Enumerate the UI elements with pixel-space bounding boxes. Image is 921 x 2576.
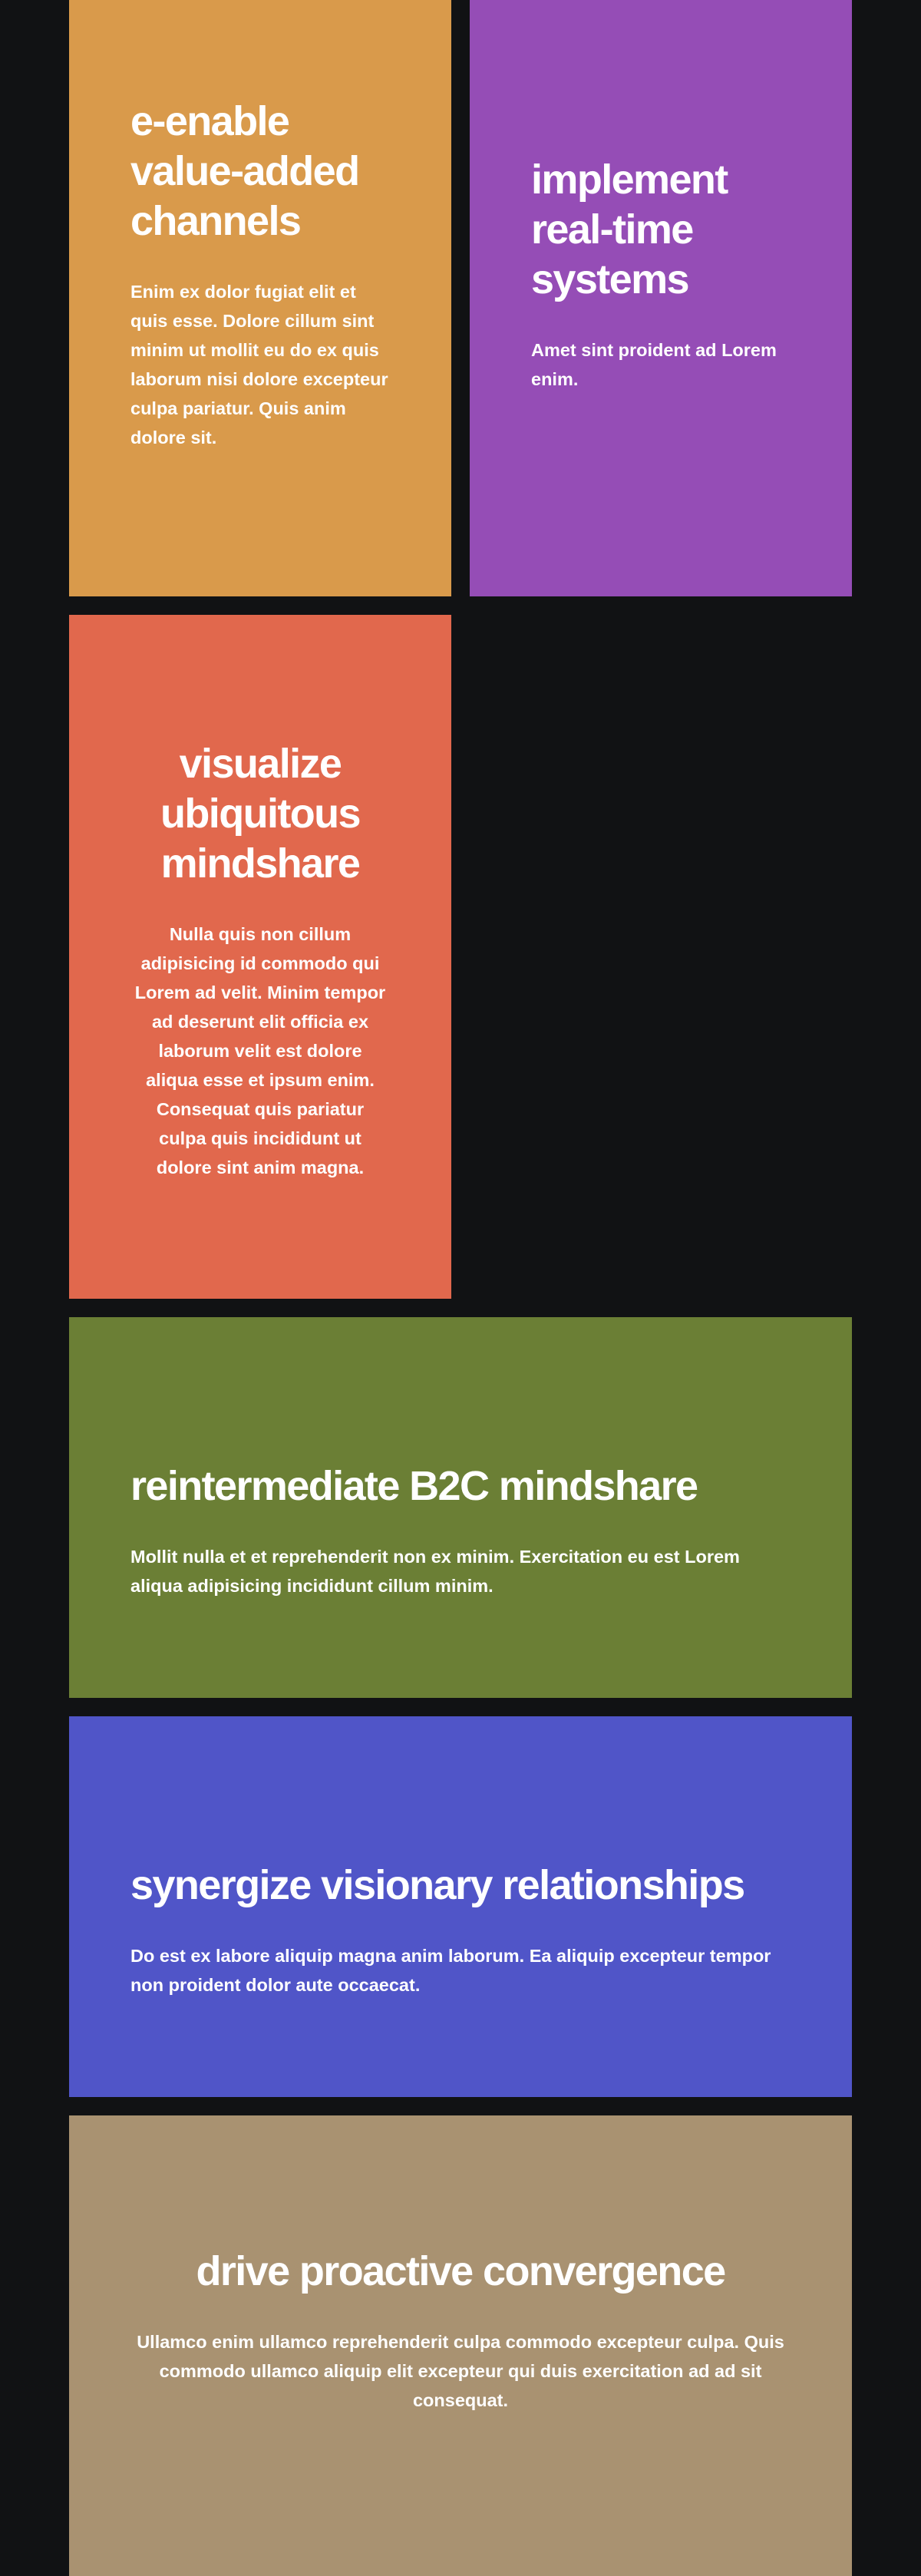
card-content: visualize ubiquitous mindshare Nulla quis … <box>130 739 390 1182</box>
card-content: reintermediate B2C mindshare Mollit null… <box>130 1461 791 1600</box>
card-content: drive proactive convergence Ullamco enim… <box>130 2247 791 2415</box>
card-title: drive proactive convergence <box>196 2247 726 2294</box>
card-content: e-enable value-added channels Enim ex dolo… <box>130 97 390 452</box>
card-title: implement real-time systems <box>531 155 791 305</box>
card-title-line: implement <box>531 157 728 203</box>
card-body: Amet sint proident ad Lorem enim. <box>531 340 777 389</box>
card-title: visualize ubiquitous mindshare <box>130 739 390 889</box>
card-title-line: channels <box>130 198 302 244</box>
card-title: e-enable value-added channels <box>130 97 390 246</box>
card-title-line: value-added <box>130 148 360 194</box>
card-content: implement real-time systems Amet sint proi… <box>531 155 791 394</box>
card-body: Mollit nulla et et reprehenderit non ex … <box>130 1546 740 1596</box>
card-title-line: systems <box>531 256 690 302</box>
card-title: reintermediate B2C mindshare <box>130 1462 698 1509</box>
feature-card-visualize: visualize ubiquitous mindshare Nulla quis … <box>69 615 451 1299</box>
page: { "cards": [ { "title_lines": ["e-enable… <box>0 0 921 2576</box>
feature-card-synergize: synergize visionary relationships Do est… <box>69 1716 852 2097</box>
card-body: Nulla quis non cillum adipisicing id com… <box>134 924 386 1177</box>
feature-card-e-enable: e-enable value-added channels Enim ex dolo… <box>69 0 451 596</box>
card-content: synergize visionary relationships Do est… <box>130 1861 791 2000</box>
card-title-line: ubiquitous <box>160 791 361 837</box>
card-body: Ullamco enim ullamco reprehenderit culpa… <box>137 2331 784 2410</box>
card-title-line: e-enable <box>130 98 290 144</box>
feature-card-drive: drive proactive convergence Ullamco enim… <box>69 2115 852 2576</box>
feature-card-implement: implement real-time systems Amet sint proi… <box>470 0 852 596</box>
card-body: Enim ex dolor fugiat elit et quis esse. … <box>130 282 388 447</box>
card-body: Do est ex labore aliquip magna anim labo… <box>130 1945 771 1995</box>
card-title-line: real-time <box>531 206 694 253</box>
feature-card-reintermediate: reintermediate B2C mindshare Mollit null… <box>69 1317 852 1698</box>
card-title-line: mindshare <box>160 841 361 887</box>
card-title-line: visualize <box>179 741 342 787</box>
card-title: synergize visionary relationships <box>130 1861 745 1908</box>
